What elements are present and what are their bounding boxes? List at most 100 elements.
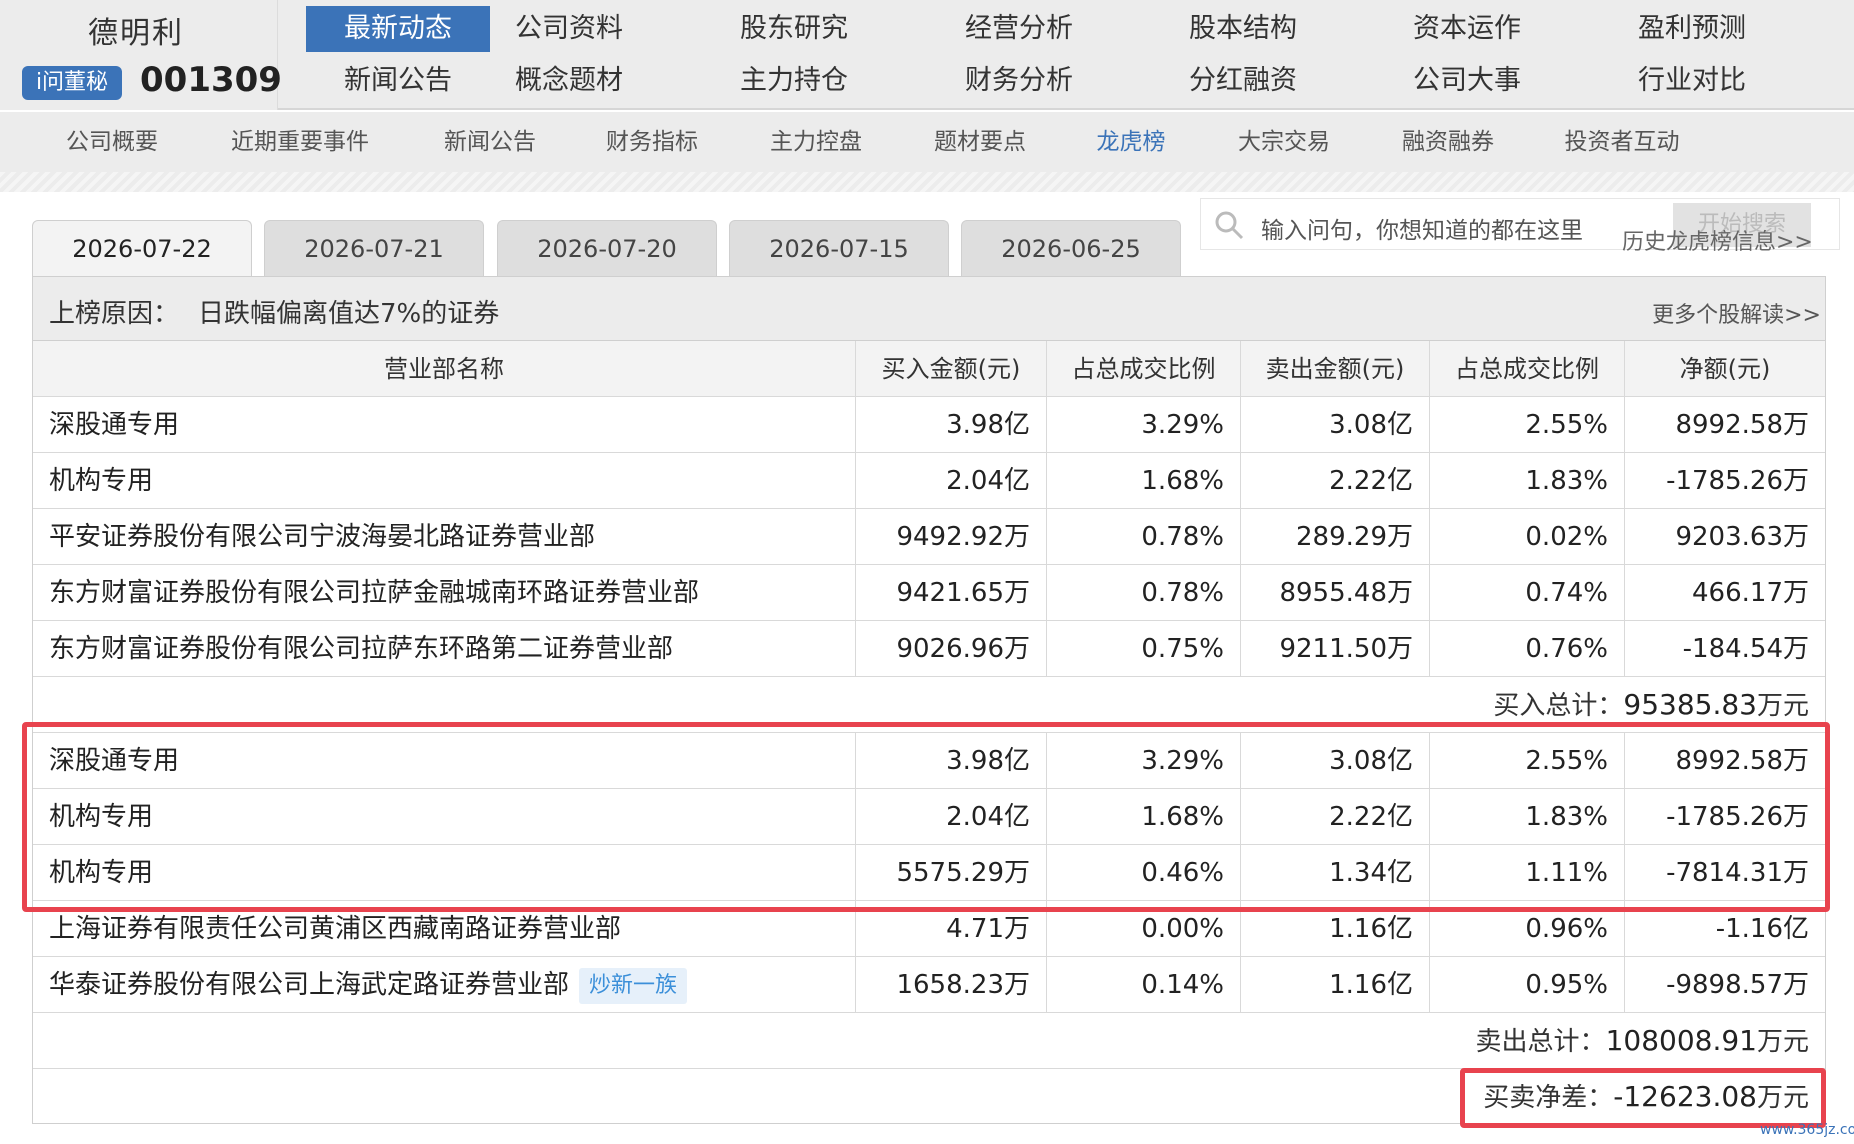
nav-item-capital-operation[interactable]: 资本运作 bbox=[1375, 6, 1559, 52]
nav-item-dividend[interactable]: 分红融资 bbox=[1151, 58, 1335, 104]
buy-amount: 2.04亿 bbox=[856, 453, 1047, 509]
column-header: 卖出金额(元) bbox=[1241, 341, 1430, 397]
buy-ratio: 3.29% bbox=[1047, 397, 1241, 453]
sell-ratio: 0.74% bbox=[1430, 565, 1625, 621]
buy-amount: 1658.23万 bbox=[856, 957, 1047, 1013]
date-tab[interactable]: 2026-07-20 bbox=[497, 220, 717, 276]
subnav-item-themes[interactable]: 题材要点 bbox=[920, 112, 1040, 172]
nav-item-main-holdings[interactable]: 主力持仓 bbox=[702, 58, 886, 104]
nav-item-news[interactable]: 新闻公告 bbox=[306, 58, 490, 104]
net-amount: -9898.57万 bbox=[1666, 970, 1809, 1000]
history-link[interactable]: 历史龙虎榜信息>> bbox=[1622, 224, 1813, 256]
nav-item-concept[interactable]: 概念题材 bbox=[477, 58, 661, 104]
highlight-box-sellers bbox=[22, 722, 1830, 912]
sell-total-unit: 万元 bbox=[1756, 1027, 1809, 1057]
dragon-tiger-table: 上榜原因： 日跌幅偏离值达7%的证券 更多个股解读>> 营业部名称 买入金额(元… bbox=[32, 276, 1826, 1124]
nav-item-capital-structure[interactable]: 股本结构 bbox=[1151, 6, 1335, 52]
trader-tag[interactable]: 炒新一族 bbox=[579, 967, 688, 1004]
date-tab[interactable]: 2026-06-25 bbox=[961, 220, 1181, 276]
buy-ratio: 0.75% bbox=[1047, 621, 1241, 677]
search-input[interactable]: 输入问句，你想知道的都在这里 bbox=[1261, 211, 1583, 245]
company-name: 德明利 bbox=[88, 16, 184, 51]
ask-secretary-button[interactable]: i问董秘 bbox=[22, 66, 122, 100]
subnav-item-dragon-tiger[interactable]: 龙虎榜 bbox=[1086, 112, 1176, 172]
sell-ratio: 2.55% bbox=[1430, 397, 1625, 453]
sell-ratio: 0.02% bbox=[1430, 509, 1625, 565]
buy-ratio: 0.78% bbox=[1047, 565, 1241, 621]
buy-amount: 9492.92万 bbox=[856, 509, 1047, 565]
listing-reason: 上榜原因： 日跌幅偏离值达7%的证券 更多个股解读>> bbox=[33, 277, 1825, 341]
net-amount: 9203.63万 bbox=[1675, 522, 1809, 552]
buy-amount: 3.98亿 bbox=[856, 397, 1047, 453]
sell-total-label: 卖出总计： bbox=[1475, 1027, 1606, 1057]
subnav-item-news[interactable]: 新闻公告 bbox=[430, 112, 550, 172]
table-row: 华泰证券股份有限公司上海武定路证券营业部 炒新一族 1658.23万 0.14% … bbox=[33, 957, 1825, 1013]
sell-ratio: 0.95% bbox=[1430, 957, 1625, 1013]
table-row: 东方财富证券股份有限公司拉萨金融城南环路证券营业部 9421.65万 0.78%… bbox=[33, 565, 1825, 621]
search-icon bbox=[1213, 209, 1245, 245]
branch-name[interactable]: 平安证券股份有限公司宁波海晏北路证券营业部 bbox=[33, 509, 856, 565]
date-tab[interactable]: 2026-07-22 bbox=[32, 220, 252, 276]
column-header: 占总成交比例 bbox=[1047, 341, 1241, 397]
column-header: 买入金额(元) bbox=[856, 341, 1047, 397]
sell-ratio: 0.76% bbox=[1430, 621, 1625, 677]
nav-item-profit-forecast[interactable]: 盈利预测 bbox=[1600, 6, 1784, 52]
buy-amount: 9421.65万 bbox=[856, 565, 1047, 621]
highlight-box-net-diff bbox=[1460, 1068, 1826, 1128]
net-amount: 466.17万 bbox=[1692, 578, 1809, 608]
subnav-item-recent-events[interactable]: 近期重要事件 bbox=[220, 112, 380, 172]
buy-ratio: 1.68% bbox=[1047, 453, 1241, 509]
date-tab[interactable]: 2026-07-21 bbox=[264, 220, 484, 276]
sell-ratio: 1.83% bbox=[1430, 453, 1625, 509]
sell-amount: 2.22亿 bbox=[1241, 453, 1430, 509]
subnav-item-block-trade[interactable]: 大宗交易 bbox=[1224, 112, 1344, 172]
branch-name-cell: 华泰证券股份有限公司上海武定路证券营业部 炒新一族 bbox=[33, 957, 856, 1013]
column-header: 营业部名称 bbox=[33, 341, 856, 397]
branch-name[interactable]: 深股通专用 bbox=[33, 397, 856, 453]
net-amount: 8992.58万 bbox=[1675, 410, 1809, 440]
net-amount: -184.54万 bbox=[1682, 634, 1809, 664]
buy-ratio: 0.14% bbox=[1047, 957, 1241, 1013]
branch-name[interactable]: 东方财富证券股份有限公司拉萨金融城南环路证券营业部 bbox=[33, 565, 856, 621]
buy-ratio: 0.78% bbox=[1047, 509, 1241, 565]
nav-item-latest[interactable]: 最新动态 bbox=[306, 6, 490, 52]
sell-amount: 8955.48万 bbox=[1241, 565, 1430, 621]
net-amount: -1785.26万 bbox=[1666, 466, 1809, 496]
nav-item-events[interactable]: 公司大事 bbox=[1375, 58, 1559, 104]
branch-name[interactable]: 华泰证券股份有限公司上海武定路证券营业部 bbox=[49, 970, 569, 1000]
nav-item-financial[interactable]: 财务分析 bbox=[927, 58, 1111, 104]
nav-item-shareholder[interactable]: 股东研究 bbox=[702, 6, 886, 52]
buy-total-label: 买入总计： bbox=[1493, 691, 1624, 721]
subnav-item-overview[interactable]: 公司概要 bbox=[52, 112, 172, 172]
sell-total: 卖出总计：108008.91万元 bbox=[1476, 1013, 1809, 1070]
company-block: 德明利 i问董秘 001309 bbox=[0, 0, 282, 110]
stock-code: 001309 bbox=[140, 60, 282, 100]
branch-name[interactable]: 东方财富证券股份有限公司拉萨东环路第二证券营业部 bbox=[33, 621, 856, 677]
date-tab[interactable]: 2026-07-15 bbox=[729, 220, 949, 276]
sell-amount: 289.29万 bbox=[1241, 509, 1430, 565]
sell-amount: 1.16亿 bbox=[1241, 957, 1430, 1013]
buy-amount: 9026.96万 bbox=[856, 621, 1047, 677]
nav-item-company-info[interactable]: 公司资料 bbox=[477, 6, 661, 52]
sell-total-value: 108008.91 bbox=[1605, 1024, 1757, 1057]
sub-nav: 公司概要 近期重要事件 新闻公告 财务指标 主力控盘 题材要点 龙虎榜 大宗交易… bbox=[0, 112, 1854, 172]
nav-item-operation[interactable]: 经营分析 bbox=[927, 6, 1111, 52]
subnav-item-margin[interactable]: 融资融券 bbox=[1388, 112, 1508, 172]
branch-name[interactable]: 机构专用 bbox=[33, 453, 856, 509]
table-header: 营业部名称 买入金额(元) 占总成交比例 卖出金额(元) 占总成交比例 净额(元… bbox=[33, 341, 1825, 397]
column-header: 净额(元) bbox=[1679, 355, 1771, 383]
table-row: 深股通专用 3.98亿 3.29% 3.08亿 2.55% 8992.58万 bbox=[33, 397, 1825, 453]
more-analysis-link[interactable]: 更多个股解读>> bbox=[1652, 297, 1821, 329]
buy-total-value: 95385.83 bbox=[1623, 688, 1757, 721]
column-header: 占总成交比例 bbox=[1430, 341, 1625, 397]
subnav-item-indicators[interactable]: 财务指标 bbox=[592, 112, 712, 172]
reason-label: 上榜原因： bbox=[49, 299, 180, 329]
nav-item-industry[interactable]: 行业对比 bbox=[1600, 58, 1784, 104]
table-row: 机构专用 2.04亿 1.68% 2.22亿 1.83% -1785.26万 bbox=[33, 453, 1825, 509]
sell-amount: 3.08亿 bbox=[1241, 397, 1430, 453]
sell-amount: 9211.50万 bbox=[1241, 621, 1430, 677]
top-nav: 德明利 i问董秘 001309 最新动态 公司资料 股东研究 经营分析 股本结构… bbox=[0, 0, 1854, 110]
watermark: www.365jz.com bbox=[1760, 1122, 1854, 1138]
subnav-item-control[interactable]: 主力控盘 bbox=[756, 112, 876, 172]
subnav-item-investor[interactable]: 投资者互动 bbox=[1552, 112, 1692, 172]
